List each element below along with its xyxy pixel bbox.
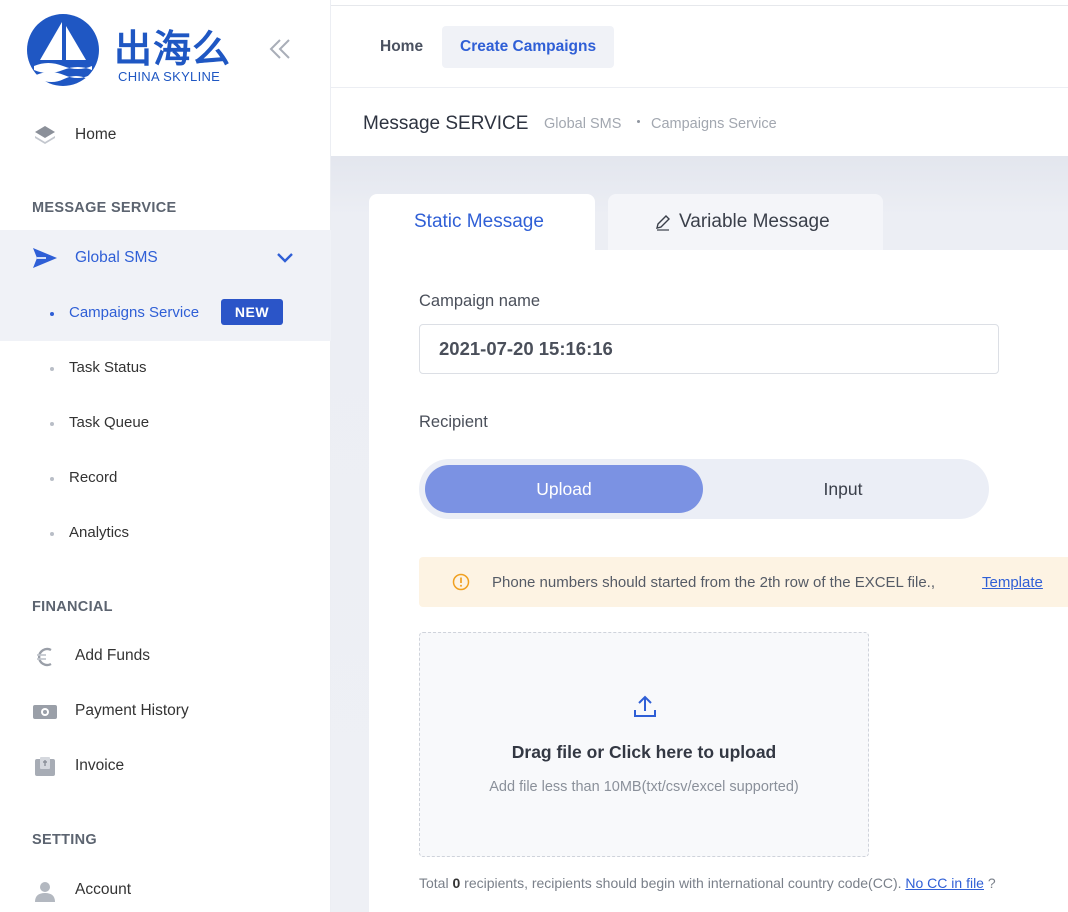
file-upload-dropzone[interactable]: Drag file or Click here to upload Add fi… (419, 632, 869, 857)
chevron-down-icon[interactable] (275, 248, 295, 268)
euro-icon (32, 644, 58, 670)
upload-mode-button[interactable]: Upload (425, 465, 703, 513)
sidebar-item-task-queue[interactable]: Task Queue (0, 396, 331, 451)
recipient-mode-toggle: Upload Input (419, 459, 989, 519)
summary-text: recipients, recipients should begin with… (464, 875, 902, 891)
sidebar-item-label: Analytics (69, 524, 130, 541)
bullet-dot-icon (50, 312, 54, 316)
sidebar-item-add-funds[interactable]: Add Funds (0, 629, 331, 684)
sidebar-item-home[interactable]: Home (0, 107, 331, 163)
sailboat-logo-icon (27, 14, 99, 86)
input-mode-button[interactable]: Input (703, 465, 983, 513)
tab-variable-message[interactable]: Variable Message (608, 194, 883, 250)
section-title-setting: SETTING (32, 832, 97, 848)
section-title-message-service: MESSAGE SERVICE (32, 200, 177, 216)
sidebar-item-campaigns-service[interactable]: Campaigns Service NEW (0, 286, 331, 341)
warning-icon (452, 573, 470, 591)
money-icon (32, 699, 58, 725)
bullet-dot-icon (50, 422, 54, 426)
page-title: Message SERVICE (363, 113, 529, 134)
sidebar-item-label: Payment History (75, 702, 189, 719)
recipient-count: 0 (452, 875, 461, 891)
dropzone-subtitle: Add file less than 10MB(txt/csv/excel su… (489, 779, 799, 795)
upload-icon (634, 695, 656, 717)
bullet-dot-icon (50, 367, 54, 371)
help-question-mark: ? (987, 875, 996, 891)
sidebar-item-label: Global SMS (75, 249, 158, 266)
no-cc-link[interactable]: No CC in file (905, 875, 984, 891)
bullet-dot-icon (50, 477, 54, 481)
bullet-dot-icon (50, 532, 54, 536)
top-tab-create-campaigns[interactable]: Create Campaigns (442, 26, 615, 68)
brand-name-en: CHINA SKYLINE (118, 69, 221, 84)
campaign-name-label: Campaign name (419, 292, 541, 310)
sidebar-item-record[interactable]: Record (0, 451, 331, 506)
notice-text: Phone numbers should started from the 2t… (492, 574, 936, 591)
sidebar-item-label: Record (69, 469, 118, 486)
new-badge: NEW (221, 299, 283, 325)
sidebar-item-task-status[interactable]: Task Status (0, 341, 331, 396)
summary-prefix: Total (419, 875, 449, 891)
invoice-icon (32, 754, 58, 780)
sidebar: 出海么 CHINA SKYLINE Home MESSAGE SERVICE G… (0, 0, 331, 912)
tab-label: Variable Message (679, 211, 830, 232)
top-tab-home[interactable]: Home (362, 26, 441, 68)
notice-banner: Phone numbers should started from the 2t… (419, 557, 1068, 607)
sidebar-item-label: Account (75, 881, 132, 898)
sidebar-item-global-sms[interactable]: Global SMS (0, 230, 331, 286)
breadcrumb: Message SERVICE Global SMS Campaigns Ser… (331, 89, 1068, 156)
recipient-label: Recipient (419, 413, 488, 431)
sidebar-item-label: Add Funds (75, 647, 150, 664)
pen-icon (656, 215, 670, 231)
recipients-summary: Total 0 recipients, recipients should be… (419, 875, 996, 891)
dropzone-title: Drag file or Click here to upload (511, 742, 777, 762)
sidebar-item-label: Campaigns Service (69, 304, 200, 321)
campaign-name-input[interactable] (419, 324, 999, 374)
tab-label: Static Message (414, 211, 544, 232)
sidebar-item-payment-history[interactable]: Payment History (0, 684, 331, 739)
brand-name-cn: 出海么 (114, 27, 232, 71)
sidebar-item-analytics[interactable]: Analytics (0, 506, 331, 561)
template-link[interactable]: Template (982, 574, 1043, 591)
sidebar-item-invoice[interactable]: Invoice (0, 739, 331, 794)
section-title-financial: FINANCIAL (32, 599, 113, 615)
sidebar-item-account[interactable]: Account (0, 863, 331, 912)
collapse-sidebar-icon[interactable] (266, 36, 294, 62)
user-icon (32, 878, 58, 904)
breadcrumb-item-campaigns-service[interactable]: Campaigns Service (651, 116, 777, 132)
layers-icon (32, 122, 58, 148)
sidebar-item-label: Task Status (69, 359, 147, 376)
top-nav-bar: Home Create Campaigns (331, 6, 1068, 88)
breadcrumb-item-global-sms[interactable]: Global SMS (544, 116, 621, 132)
sidebar-item-label: Invoice (75, 757, 125, 774)
sidebar-item-label: Task Queue (69, 414, 150, 431)
brand-logo[interactable]: 出海么 CHINA SKYLINE (26, 12, 236, 90)
sidebar-item-label: Home (75, 126, 117, 143)
tab-static-message[interactable]: Static Message (369, 194, 595, 252)
send-icon (32, 245, 58, 271)
breadcrumb-separator (637, 120, 640, 123)
